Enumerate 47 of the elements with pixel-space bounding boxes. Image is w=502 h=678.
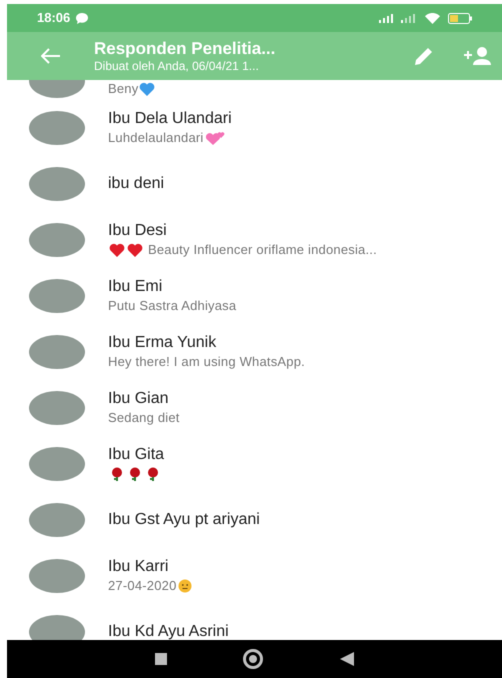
participant-status: Hey there! I am using WhatsApp. [108,353,305,372]
participant-name: Ibu Gian [108,389,170,409]
clock-time: 18:06 [37,9,70,28]
participant-name: Ibu Emi [108,277,164,297]
participant-row[interactable]: Ibu Gita [7,436,502,492]
home-button[interactable] [243,649,264,669]
participant-row[interactable]: Ibu Desi Beauty Influencer oriflame indonesia... [7,212,502,268]
participant-row[interactable]: Ibu Gst Ayu pt ariyani [7,492,502,548]
avatar-photo [29,447,85,481]
avatar-photo [29,559,85,593]
avatar-photo [29,279,85,313]
participant-status: Sedang diet [108,409,180,428]
participant-status: Beauty Influencer oriflame indonesia... [148,241,377,260]
chat-notification-icon [76,12,88,24]
participant-row[interactable]: ibu deni [7,156,502,212]
avatar-photo [29,223,85,257]
battery-icon [448,12,472,24]
wifi-icon [425,12,440,24]
participant-name: Ibu Dela Ulandari [108,109,232,129]
avatar-photo [29,391,85,425]
participant-status: 27-04-2020 [108,577,176,596]
participant-name: Ibu Gita [108,445,164,465]
participant-name: Ibu Erma Yunik [108,333,218,353]
signal-icon [401,14,417,22]
participant-status: Putu Sastra Adhiyasa [108,297,236,316]
avatar-photo [29,503,85,537]
participant-name: Ibu Gst Ayu pt ariyani [108,510,260,530]
participant-row[interactable]: Ibu Karri 27-04-2020 [7,548,502,604]
signal-icon [379,14,395,22]
participant-name: ibu deni [108,174,164,194]
participant-row[interactable]: Ibu Dela Ulandari Luhdelaulandari [7,100,502,156]
participant-row[interactable]: Ibu Gian Sedang diet [7,380,502,436]
avatar-photo [29,111,85,145]
group-subtitle: Dibuat oleh Anda, 06/04/21 1... [94,58,260,74]
participant-name: Ibu Desi [108,221,168,241]
participant-name: Ibu Karri [108,557,170,577]
avatar-photo [29,615,85,640]
avatar-photo [29,167,85,201]
back-nav-button[interactable] [340,652,354,666]
participant-row[interactable]: Ibu Emi Putu Sastra Adhiyasa [7,268,502,324]
participant-status: Luhdelaulandari [108,129,204,148]
participant-row[interactable]: Ibu Erma Yunik Hey there! I am using WhatsApp. [7,324,502,380]
recent-apps-button[interactable] [155,653,168,665]
participant-row[interactable]: Beny [7,80,502,100]
avatar-photo [29,335,85,369]
participant-status: Beny [108,80,138,98]
participant-name: Ibu Kd Ayu Asrini [108,622,229,640]
